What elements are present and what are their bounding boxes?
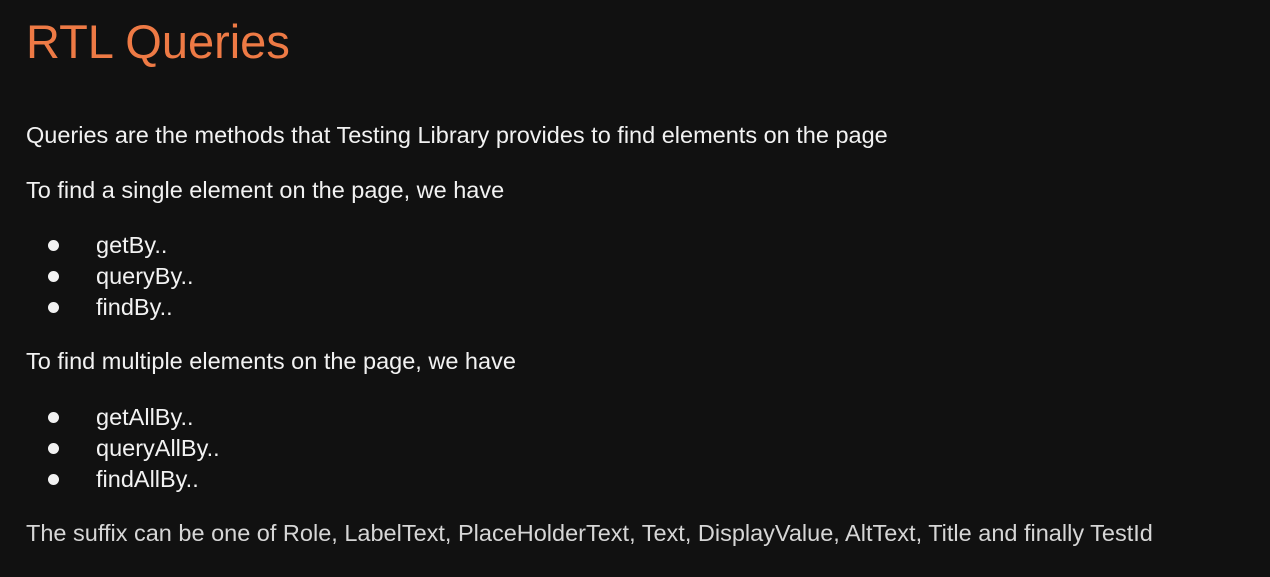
list-item-label: findBy..	[96, 294, 173, 320]
list-item-label: findAllBy..	[96, 466, 199, 492]
list-item-label: queryBy..	[96, 263, 194, 289]
bullet-dot-icon	[48, 302, 59, 313]
bullet-dot-icon	[48, 271, 59, 282]
slide: RTL Queries Queries are the methods that…	[0, 0, 1270, 577]
multiple-heading: To find multiple elements on the page, w…	[26, 348, 516, 374]
list-item-label: getBy..	[96, 232, 168, 258]
bullet-dot-icon	[48, 474, 59, 485]
intro-text: Queries are the methods that Testing Lib…	[26, 122, 888, 148]
slide-title: RTL Queries	[26, 15, 290, 68]
bullet-dot-icon	[48, 240, 59, 251]
bullet-dot-icon	[48, 412, 59, 423]
list-item-label: getAllBy..	[96, 404, 194, 430]
bullet-dot-icon	[48, 443, 59, 454]
list-item-label: queryAllBy..	[96, 435, 220, 461]
single-heading: To find a single element on the page, we…	[26, 177, 505, 203]
suffix-note: The suffix can be one of Role, LabelText…	[26, 520, 1153, 546]
